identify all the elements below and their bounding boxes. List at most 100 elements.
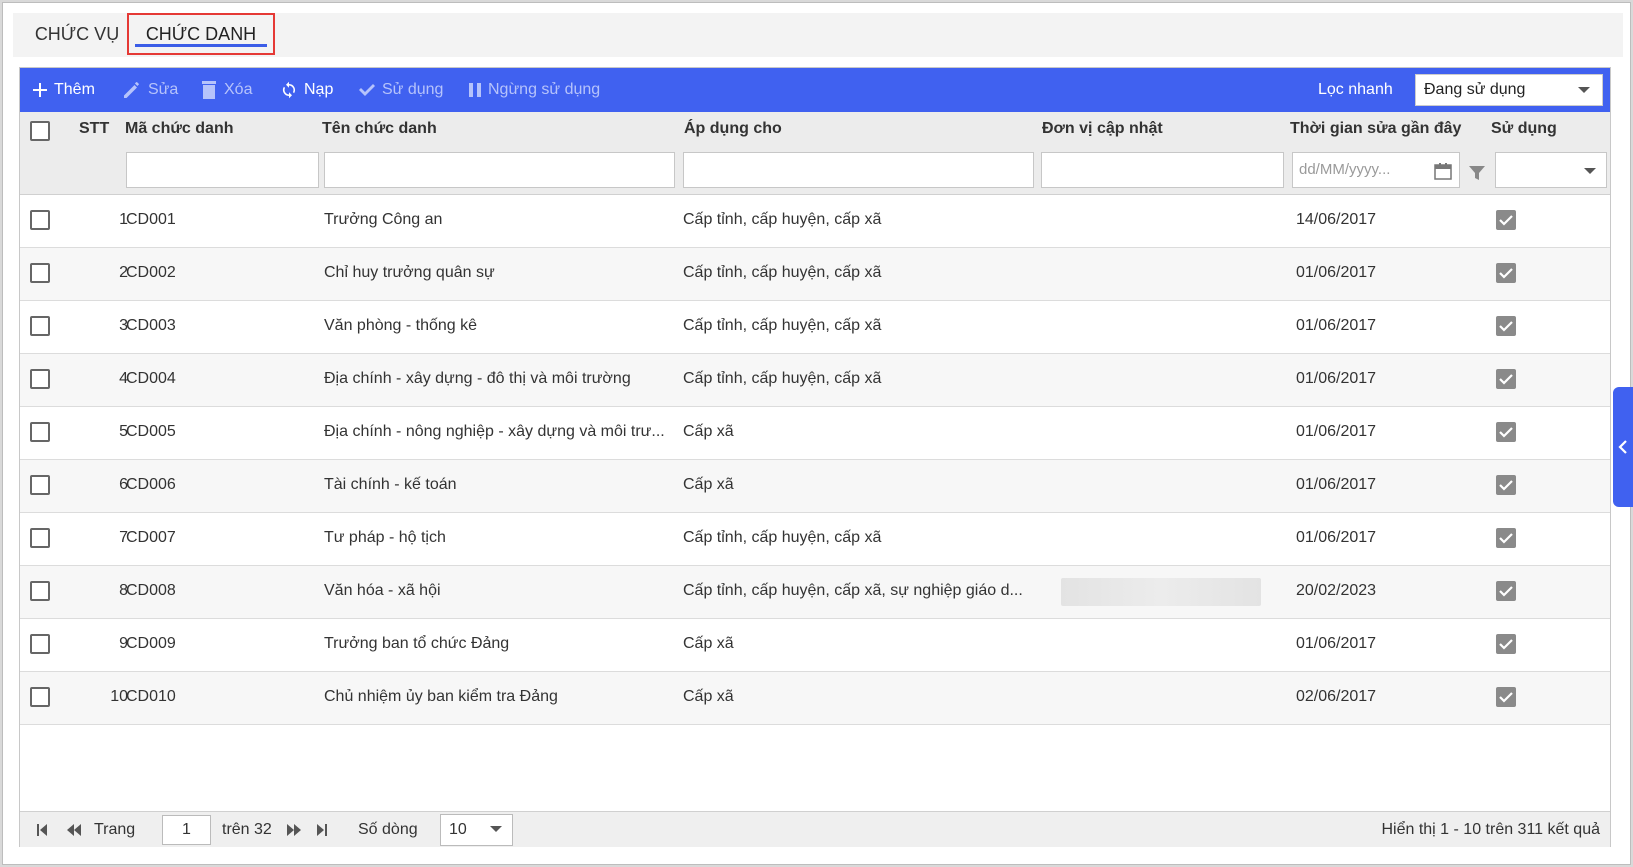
use-button-label: Sử dụng — [382, 81, 444, 98]
page-number-input[interactable]: 1 — [162, 815, 211, 845]
check-icon — [1499, 586, 1513, 597]
cell-apply: Cấp tỉnh, cấp huyện, cấp xã — [683, 211, 882, 228]
row-checkbox[interactable] — [30, 369, 50, 389]
table-header: STT Mã chức danh Tên chức danh Áp dụng c… — [20, 112, 1610, 195]
filter-code-input[interactable] — [126, 152, 319, 188]
pagination-bar: Trang 1 trên 32 Số dòng 10 Hiển thị 1 - … — [20, 811, 1610, 847]
used-checkbox[interactable] — [1496, 210, 1516, 230]
row-checkbox[interactable] — [30, 263, 50, 283]
edit-button-label: Sửa — [148, 81, 179, 98]
filter-used-select[interactable] — [1495, 152, 1607, 188]
cell-stt: 10 — [110, 688, 128, 705]
cell-code: CD007 — [126, 529, 176, 546]
tab-chuc-danh[interactable]: CHỨC DANH — [127, 13, 275, 55]
filter-date-input[interactable]: dd/MM/yyyy... — [1292, 152, 1460, 188]
reload-button[interactable]: Nạp — [280, 68, 333, 112]
filter-apply-input[interactable] — [683, 152, 1034, 188]
table-row[interactable]: 8 CD008 Văn hóa - xã hội Cấp tỉnh, cấp huyệ… — [20, 566, 1610, 619]
cell-name: Địa chính - nông nghiệp - xây dựng và mô… — [324, 423, 665, 440]
column-header-used: Sử dụng — [1491, 120, 1557, 137]
cell-stt: 2 — [119, 264, 128, 281]
page-total: trên 32 — [222, 821, 272, 838]
table-row[interactable]: 2 CD002 Chỉ huy trưởng quân sự Cấp tỉnh, cấ… — [20, 248, 1610, 301]
cell-apply: Cấp tỉnh, cấp huyện, cấp xã — [683, 529, 882, 546]
used-checkbox[interactable] — [1496, 528, 1516, 548]
cell-apply: Cấp tỉnh, cấp huyện, cấp xã — [683, 317, 882, 334]
used-checkbox[interactable] — [1496, 316, 1516, 336]
page-label: Trang — [94, 821, 136, 838]
filter-unit-input[interactable] — [1041, 152, 1284, 188]
quick-filter-value: Đang sử dụng — [1424, 81, 1526, 98]
edit-button[interactable]: Sửa — [122, 68, 178, 112]
rows-per-page-label: Số dòng — [358, 821, 418, 838]
cell-apply: Cấp xã — [683, 476, 734, 493]
cell-modified: 14/06/2017 — [1296, 211, 1377, 228]
table-row[interactable]: 9 CD009 Trưởng ban tổ chức Đảng Cấp xã 01/06… — [20, 619, 1610, 672]
used-checkbox[interactable] — [1496, 581, 1516, 601]
cell-modified: 01/06/2017 — [1296, 317, 1377, 334]
rows-per-page-value: 10 — [449, 821, 467, 838]
cell-stt: 3 — [119, 317, 128, 334]
cell-code: CD010 — [126, 688, 176, 705]
row-checkbox[interactable] — [30, 210, 50, 230]
table-row[interactable]: 5 CD005 Địa chính - nông nghiệp - xây dựng… — [20, 407, 1610, 460]
select-all-checkbox[interactable] — [30, 121, 50, 141]
pause-icon — [469, 83, 481, 97]
table-row[interactable]: 10 CD010 Chủ nhiệm ủy ban kiểm tra Đảng Cấp… — [20, 672, 1610, 725]
cell-modified: 01/06/2017 — [1296, 264, 1377, 281]
check-icon — [1499, 533, 1513, 544]
delete-button[interactable]: Xóa — [200, 68, 252, 112]
cell-stt: 8 — [119, 582, 128, 599]
column-header-modified: Thời gian sửa gần đây — [1290, 120, 1462, 137]
used-checkbox[interactable] — [1496, 369, 1516, 389]
table-row[interactable]: 4 CD004 Địa chính - xây dựng - đô thị và m… — [20, 354, 1610, 407]
column-header-code: Mã chức danh — [125, 120, 234, 137]
used-checkbox[interactable] — [1496, 475, 1516, 495]
add-button[interactable]: Thêm — [32, 68, 95, 112]
last-page-icon[interactable] — [316, 822, 328, 838]
row-checkbox[interactable] — [30, 581, 50, 601]
cell-name: Trưởng ban tổ chức Đảng — [324, 635, 510, 652]
used-checkbox[interactable] — [1496, 687, 1516, 707]
table-row[interactable]: 1 CD001 Trưởng Công an Cấp tỉnh, cấp huyện,… — [20, 195, 1610, 248]
quick-filter-select[interactable]: Đang sử dụng — [1415, 74, 1603, 106]
used-checkbox[interactable] — [1496, 263, 1516, 283]
refresh-icon — [282, 81, 296, 99]
used-checkbox[interactable] — [1496, 422, 1516, 442]
row-checkbox[interactable] — [30, 422, 50, 442]
cell-code: CD003 — [126, 317, 176, 334]
row-checkbox[interactable] — [30, 316, 50, 336]
cell-apply: Cấp xã — [683, 423, 734, 440]
trash-icon — [202, 81, 216, 99]
cell-code: CD005 — [126, 423, 176, 440]
cell-name: Tài chính - kế toán — [324, 476, 457, 493]
filter-name-input[interactable] — [324, 152, 675, 188]
cell-apply: Cấp tỉnh, cấp huyện, cấp xã — [683, 264, 882, 281]
delete-button-label: Xóa — [224, 81, 253, 98]
prev-page-icon[interactable] — [66, 822, 82, 838]
next-page-icon[interactable] — [286, 822, 302, 838]
side-panel-toggle[interactable] — [1613, 387, 1633, 507]
cell-modified: 01/06/2017 — [1296, 423, 1377, 440]
result-summary: Hiển thị 1 - 10 trên 311 kết quả — [1381, 821, 1600, 838]
use-button[interactable]: Sử dụng — [358, 68, 443, 112]
cell-name: Văn phòng - thống kê — [324, 317, 478, 334]
tab-chuc-vu[interactable]: CHỨC VỤ — [29, 13, 125, 55]
row-checkbox[interactable] — [30, 634, 50, 654]
calendar-icon[interactable] — [1433, 161, 1453, 181]
table-row[interactable]: 6 CD006 Tài chính - kế toán Cấp xã 01/06/201… — [20, 460, 1610, 513]
table-row[interactable]: 7 CD007 Tư pháp - hộ tịch Cấp tỉnh, cấp huy… — [20, 513, 1610, 566]
rows-per-page-select[interactable]: 10 — [440, 814, 513, 846]
row-checkbox[interactable] — [30, 687, 50, 707]
cell-stt: 4 — [119, 370, 128, 387]
table-row[interactable]: 3 CD003 Văn phòng - thống kê Cấp tỉnh, cấp … — [20, 301, 1610, 354]
row-checkbox[interactable] — [30, 528, 50, 548]
row-checkbox[interactable] — [30, 475, 50, 495]
toolbar: Thêm Sửa Xóa Nạp Sử dụng Ngừng sử dụng L… — [20, 68, 1610, 112]
stop-use-button[interactable]: Ngừng sử dụng — [468, 68, 600, 112]
add-button-label: Thêm — [54, 81, 95, 98]
filter-icon[interactable] — [1468, 164, 1486, 182]
cell-name: Tư pháp - hộ tịch — [324, 529, 446, 546]
first-page-icon[interactable] — [36, 822, 48, 838]
used-checkbox[interactable] — [1496, 634, 1516, 654]
